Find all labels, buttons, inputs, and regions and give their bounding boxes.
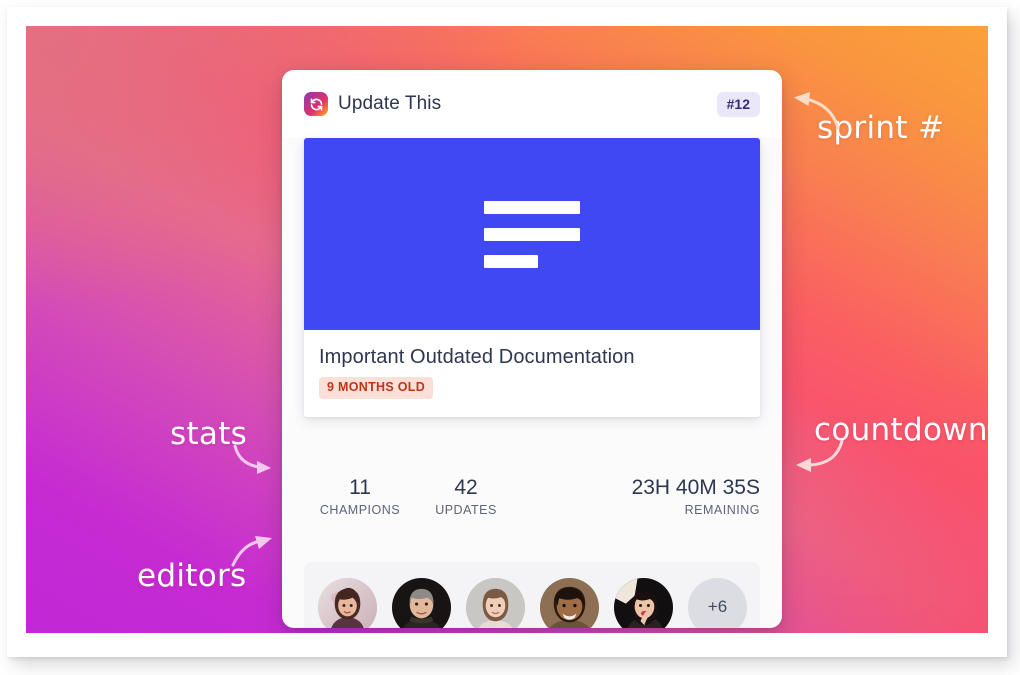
curved-arrow-up-left-icon — [790, 88, 842, 137]
avatar-overflow-count[interactable]: +6 — [688, 577, 747, 628]
stat-updates: 42 UPDATES — [420, 475, 512, 517]
stat-countdown-value: 23H 40M 35S — [631, 476, 760, 499]
stat-updates-label: UPDATES — [435, 503, 497, 517]
avatar-5[interactable] — [614, 577, 673, 628]
screenshot-frame: Update This #12 Important Outdated Docum… — [7, 7, 1007, 657]
avatar-4[interactable] — [540, 577, 599, 628]
curved-arrow-left-icon — [792, 438, 846, 485]
stat-champions-label: CHAMPIONS — [319, 503, 401, 517]
stat-champions: 11 CHAMPIONS — [314, 475, 406, 517]
stat-countdown: 23H 40M 35S REMAINING — [632, 475, 760, 517]
document-age-badge: 9 MONTHS OLD — [319, 377, 434, 399]
document-meta: Important Outdated Documentation 9 MONTH… — [304, 330, 760, 399]
curved-arrow-down-right-icon — [232, 444, 274, 483]
document-lines-icon — [304, 138, 760, 330]
hero-bar-2 — [484, 227, 580, 241]
document-preview-block[interactable]: Important Outdated Documentation 9 MONTH… — [304, 138, 760, 417]
avatar-1[interactable] — [318, 577, 377, 628]
hero-bar-1 — [484, 200, 580, 214]
stat-updates-value: 42 — [454, 476, 478, 499]
avatar-2[interactable] — [392, 577, 451, 628]
gradient-poster-background: Update This #12 Important Outdated Docum… — [26, 26, 988, 633]
card-header: Update This #12 — [282, 70, 782, 138]
editors-panel: +6 — [304, 562, 760, 628]
stat-countdown-label: REMAINING — [684, 503, 760, 517]
sync-refresh-icon — [304, 92, 328, 116]
app-title: Update This — [338, 93, 442, 114]
stats-row: 11 CHAMPIONS 42 UPDATES 23H 40M 35S REMA… — [304, 475, 760, 517]
sprint-number-badge[interactable]: #12 — [716, 91, 760, 117]
stat-champions-value: 11 — [349, 476, 371, 499]
avatar-3[interactable] — [466, 577, 525, 628]
curved-arrow-up-right-icon — [231, 532, 275, 573]
update-card[interactable]: Update This #12 Important Outdated Docum… — [282, 70, 782, 628]
document-title: Important Outdated Documentation — [319, 346, 635, 368]
hero-bar-3 — [484, 254, 538, 268]
